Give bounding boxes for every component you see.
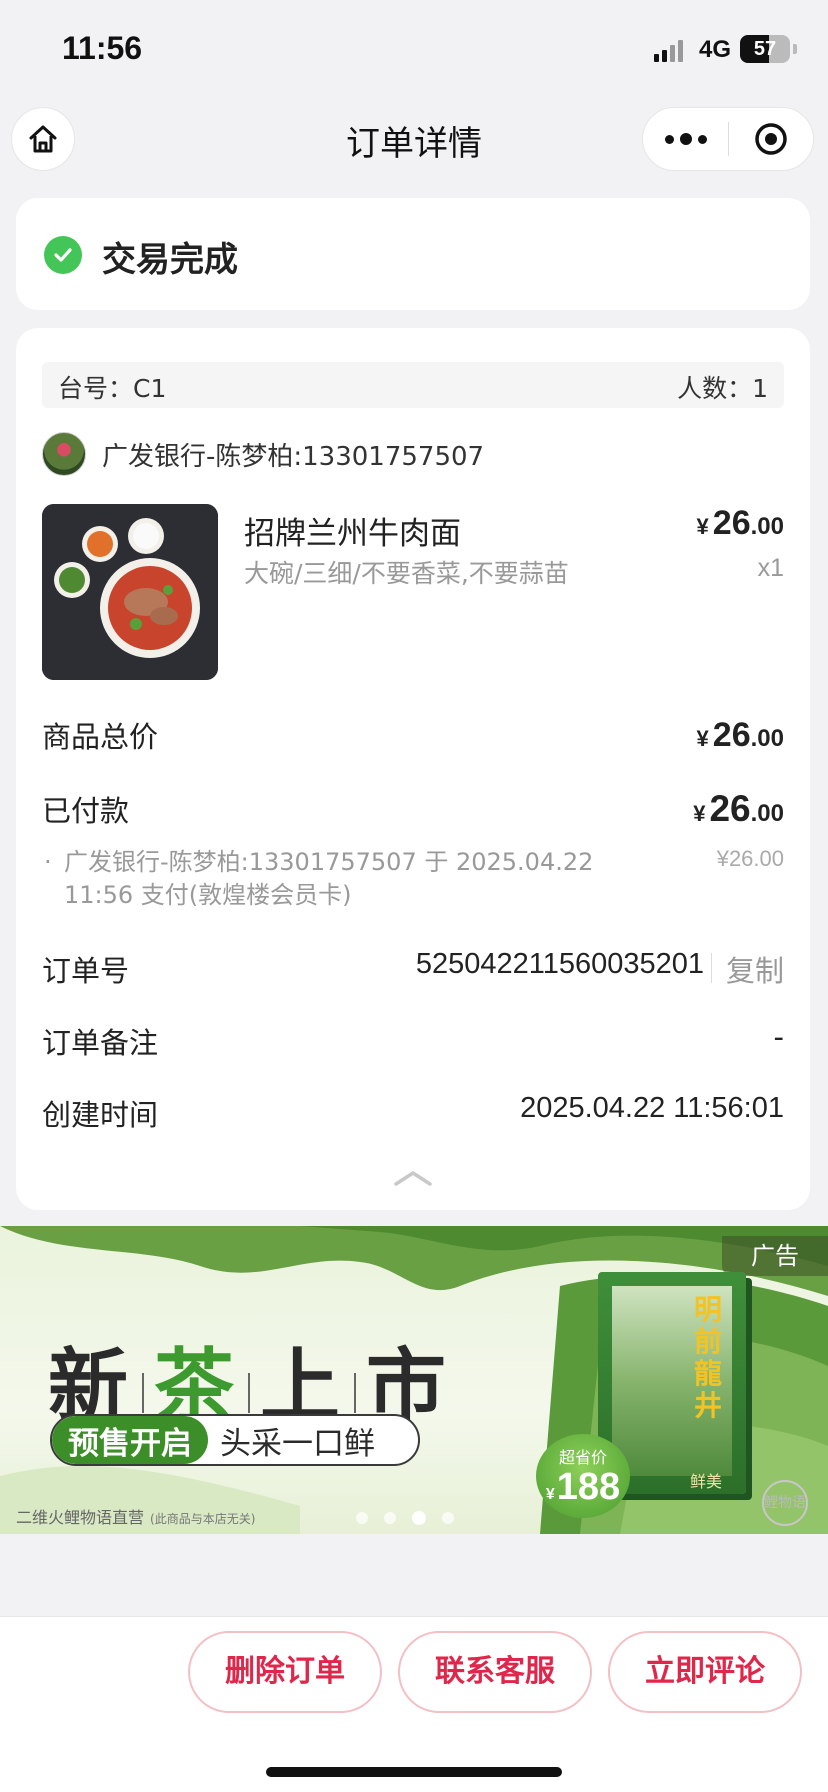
bullet-dot: · (44, 848, 52, 876)
tea-product-name: 明前龍井 (694, 1293, 723, 1422)
currency-symbol: ¥ (696, 514, 709, 539)
user-row: 广发银行-陈梦柏:13301757507 (42, 432, 484, 476)
payment-detail: · 广发银行-陈梦柏:13301757507 于 2025.04.22 11:5… (42, 846, 602, 912)
carousel-dot[interactable] (442, 1512, 454, 1524)
contact-service-button[interactable]: 联系客服 (398, 1631, 592, 1713)
created-time-value: 2025.04.22 11:56:01 (520, 1092, 784, 1124)
chevron-up-icon[interactable] (392, 1168, 434, 1188)
payment-detail-text: 广发银行-陈梦柏:13301757507 于 2025.04.22 11:56 … (64, 848, 594, 909)
table-number: 台号：C1 (58, 374, 167, 403)
ad-presale-label: 预售开启 (52, 1416, 208, 1464)
bottom-action-bar: 删除订单 联系客服 立即评论 (0, 1616, 828, 1792)
status-bar: 11:56 4G 57 (0, 0, 828, 100)
dish-spec: 大碗/三细/不要香菜,不要蒜苗 (244, 559, 569, 588)
more-dots-icon[interactable] (643, 107, 728, 171)
ad-slogan-text: 头采一口鲜 (220, 1425, 375, 1462)
battery-tip (793, 44, 797, 54)
check-circle-icon (44, 236, 82, 274)
ad-source: 二维火鲤物语直营 (此商品与本店无关) (16, 1504, 255, 1528)
people-count: 人数：1 (677, 374, 768, 403)
carousel-dot[interactable] (412, 1511, 426, 1525)
created-time-label: 创建时间 (42, 1098, 159, 1132)
paid-label: 已付款 (42, 794, 130, 828)
price-integer: 26 (709, 788, 751, 829)
battery-icon: 57 (740, 35, 790, 63)
carousel-dot[interactable] (384, 1512, 396, 1524)
user-name: 广发银行-陈梦柏:13301757507 (102, 441, 485, 472)
ad-source-note: (此商品与本店无关) (150, 1512, 256, 1526)
ad-price-number: 188 (556, 1466, 621, 1508)
status-time: 11:56 (62, 30, 143, 66)
ad-price-value: ¥188 (536, 1468, 630, 1514)
review-button[interactable]: 立即评论 (608, 1631, 802, 1713)
table-info-bar: 台号：C1 人数：1 (42, 362, 784, 408)
target-icon[interactable] (729, 107, 813, 171)
ad-tag: 广告 (722, 1236, 828, 1276)
signal-icon (654, 38, 683, 62)
carousel-dot[interactable] (356, 1512, 368, 1524)
dish-quantity: x1 (757, 554, 784, 582)
avatar (42, 432, 86, 476)
goods-total-label: 商品总价 (42, 720, 159, 754)
ad-price-currency: ¥ (545, 1486, 555, 1503)
order-status-card: 交易完成 (16, 198, 810, 310)
price-integer: 26 (712, 504, 751, 542)
dish-price: ¥26.00 (697, 504, 784, 543)
mini-program-capsule (642, 107, 814, 171)
order-remark-label: 订单备注 (42, 1026, 159, 1060)
delete-order-button[interactable]: 删除订单 (188, 1631, 382, 1713)
price-decimal: .00 (750, 513, 784, 540)
home-indicator[interactable] (266, 1767, 562, 1777)
paid-price: ¥26.00 (693, 788, 784, 830)
ad-price-label: 超省价 (558, 1448, 607, 1467)
order-remark-value: - (773, 1020, 784, 1054)
order-detail-card: 台号：C1 人数：1 广发银行-陈梦柏:13301757507 招牌兰州牛肉面 … (16, 328, 810, 1210)
currency-symbol: ¥ (696, 726, 709, 751)
ad-price-badge: 超省价 ¥188 (536, 1434, 630, 1518)
ad-source-name: 二维火鲤物语直营 (16, 1508, 145, 1527)
price-decimal: .00 (750, 800, 784, 827)
order-number-label: 订单号 (42, 954, 130, 988)
tea-product-brand: 鲜美 (690, 1472, 723, 1491)
dish-name: 招牌兰州牛肉面 (244, 516, 461, 552)
battery-level: 57 (753, 38, 777, 60)
dish-image[interactable] (42, 504, 218, 680)
ad-banner[interactable]: 广告 新茶上市 预售开启 头采一口鲜 明前龍井 鲜美 超省价 ¥188 鲤物语 … (0, 1226, 828, 1534)
copy-divider (711, 953, 712, 983)
price-integer: 26 (712, 716, 751, 754)
goods-total-price: ¥26.00 (697, 716, 784, 755)
order-number: 525042211560035201 (415, 948, 704, 980)
copy-button[interactable]: 复制 (726, 948, 784, 990)
ad-slogan-pill: 预售开启 头采一口鲜 (50, 1414, 420, 1466)
price-decimal: .00 (750, 725, 784, 752)
carousel-indicator (356, 1511, 454, 1525)
ad-stamp-logo: 鲤物语 (762, 1480, 808, 1526)
currency-symbol: ¥ (693, 801, 706, 826)
network-type: 4G (699, 36, 732, 63)
order-status-text: 交易完成 (102, 240, 238, 280)
payment-amount: ¥26.00 (716, 846, 784, 871)
